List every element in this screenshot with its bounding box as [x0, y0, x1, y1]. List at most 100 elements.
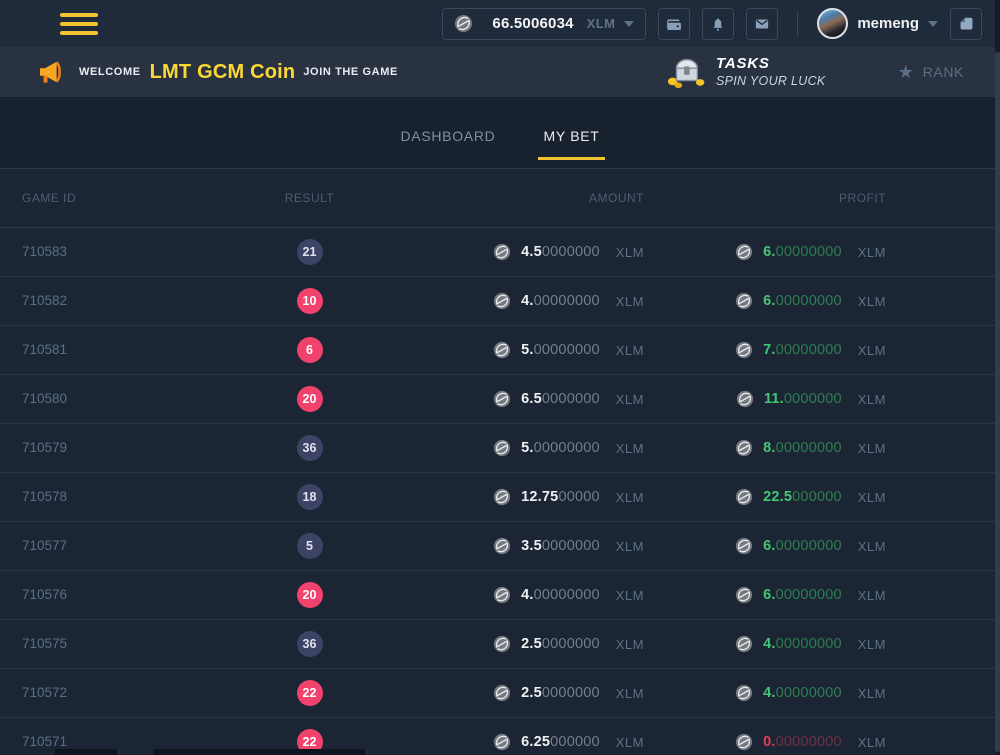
notifications-button[interactable]: [702, 8, 734, 40]
game-id: 710578: [22, 489, 67, 504]
amount-cell: 5.00000000 XLM: [367, 439, 644, 457]
chat-icon: [958, 15, 975, 32]
amount-cell: 4.50000000 XLM: [367, 243, 644, 261]
currency-label: XLM: [616, 735, 644, 750]
profit-cell: 6.00000000 XLM: [644, 586, 886, 604]
header-profit: PROFIT: [644, 191, 886, 205]
scrollbar-thumb[interactable]: [995, 52, 1000, 752]
stellar-coin-icon: [493, 635, 511, 653]
tab-my-bet[interactable]: MY BET: [538, 128, 604, 160]
amount-cell: 2.50000000 XLM: [367, 684, 644, 702]
result-badge: 36: [297, 631, 323, 657]
currency-label: XLM: [858, 490, 886, 505]
stellar-coin-icon: [735, 684, 753, 702]
stellar-coin-icon: [493, 390, 511, 408]
table-row[interactable]: 710583 21 4.50000000 XLM 6.00000000 XLM: [0, 228, 1000, 277]
table-row[interactable]: 710581 6 5.00000000 XLM 7.00000000 XLM: [0, 326, 1000, 375]
topbar-divider: [797, 12, 798, 36]
messages-button[interactable]: [746, 8, 778, 40]
stellar-coin-icon: [735, 439, 753, 457]
amount-cell: 6.50000000 XLM: [367, 390, 644, 408]
stellar-coin-icon: [493, 586, 511, 604]
page-scrollbar[interactable]: [995, 0, 1000, 755]
stellar-coin-icon: [735, 537, 753, 555]
tab-dashboard[interactable]: DASHBOARD: [395, 128, 500, 160]
stellar-coin-icon: [735, 586, 753, 604]
profit-cell: 6.00000000 XLM: [644, 243, 886, 261]
result-badge: 20: [297, 582, 323, 608]
megaphone-icon: [36, 57, 66, 87]
table-row[interactable]: 710579 36 5.00000000 XLM 8.00000000 XLM: [0, 424, 1000, 473]
profit-cell: 6.00000000 XLM: [644, 292, 886, 310]
bell-icon: [709, 15, 727, 33]
profit-value: 6.00000000: [763, 538, 842, 554]
bet-table: GAME ID RESULT AMOUNT PROFIT 710583 21 4…: [0, 169, 1000, 755]
stellar-coin-icon: [735, 488, 753, 506]
game-id: 710580: [22, 391, 67, 406]
chevron-down-icon: [928, 21, 938, 27]
stellar-coin-icon: [735, 243, 753, 261]
amount-cell: 5.00000000 XLM: [367, 341, 644, 359]
game-id: 710571: [22, 734, 67, 749]
table-body: 710583 21 4.50000000 XLM 6.00000000 XLM …: [0, 228, 1000, 755]
currency-label: XLM: [616, 392, 644, 407]
amount-cell: 4.00000000 XLM: [367, 586, 644, 604]
stellar-coin-icon: [493, 292, 511, 310]
profit-cell: 22.5000000 XLM: [644, 488, 886, 506]
treasure-chest-icon: [664, 54, 706, 90]
currency-label: XLM: [858, 686, 886, 701]
currency-label: XLM: [858, 343, 886, 358]
user-menu[interactable]: memeng: [817, 8, 938, 39]
chat-button[interactable]: [950, 8, 982, 40]
profit-value: 8.00000000: [763, 440, 842, 456]
profit-value: 6.00000000: [763, 293, 842, 309]
amount-value: 6.25000000: [521, 734, 600, 750]
rank-link[interactable]: ★ RANK: [898, 62, 964, 83]
top-bar: 66.5006034 XLM memeng: [0, 0, 1000, 47]
amount-cell: 2.50000000 XLM: [367, 635, 644, 653]
header-game-id: GAME ID: [22, 191, 252, 205]
currency-label: XLM: [858, 245, 886, 260]
table-row[interactable]: 710580 20 6.50000000 XLM 11.0000000 XLM: [0, 375, 1000, 424]
profit-value: 11.0000000: [764, 391, 842, 407]
stellar-coin-icon: [493, 488, 511, 506]
amount-value: 6.50000000: [521, 391, 600, 407]
amount-value: 2.50000000: [521, 636, 600, 652]
game-id: 710576: [22, 587, 67, 602]
profit-value: 4.00000000: [763, 685, 842, 701]
welcome-banner: WELCOME LMT GCM Coin JOIN THE GAME TASKS…: [0, 47, 1000, 97]
result-badge: 21: [297, 239, 323, 265]
tasks-link[interactable]: TASKS SPIN YOUR LUCK: [664, 54, 826, 90]
profit-value: 6.00000000: [763, 244, 842, 260]
profit-value: 0.00000000: [763, 734, 842, 750]
menu-icon[interactable]: [60, 13, 98, 35]
currency-label: XLM: [616, 588, 644, 603]
amount-cell: 12.7500000 XLM: [367, 488, 644, 506]
currency-label: XLM: [616, 343, 644, 358]
table-row[interactable]: 710572 22 2.50000000 XLM 4.00000000 XLM: [0, 669, 1000, 718]
profit-cell: 6.00000000 XLM: [644, 537, 886, 555]
stellar-coin-icon: [454, 14, 473, 33]
amount-value: 4.50000000: [521, 244, 600, 260]
stellar-coin-icon: [735, 341, 753, 359]
balance-selector[interactable]: 66.5006034 XLM: [442, 8, 646, 40]
stellar-coin-icon: [735, 635, 753, 653]
table-row[interactable]: 710582 10 4.00000000 XLM 6.00000000 XLM: [0, 277, 1000, 326]
table-row[interactable]: 710578 18 12.7500000 XLM 22.5000000 XLM: [0, 473, 1000, 522]
welcome-text: WELCOME: [79, 66, 141, 78]
table-row[interactable]: 710577 5 3.50000000 XLM 6.00000000 XLM: [0, 522, 1000, 571]
currency-label: XLM: [616, 490, 644, 505]
amount-value: 12.7500000: [521, 489, 600, 505]
amount-value: 3.50000000: [521, 538, 600, 554]
stellar-coin-icon: [493, 341, 511, 359]
profit-cell: 11.0000000 XLM: [644, 390, 886, 408]
brand-name: LMT GCM Coin: [150, 61, 296, 84]
currency-label: XLM: [616, 539, 644, 554]
result-badge: 20: [297, 386, 323, 412]
wallet-button[interactable]: [658, 8, 690, 40]
currency-label: XLM: [616, 637, 644, 652]
profit-cell: 7.00000000 XLM: [644, 341, 886, 359]
table-row[interactable]: 710575 36 2.50000000 XLM 4.00000000 XLM: [0, 620, 1000, 669]
currency-label: XLM: [616, 245, 644, 260]
table-row[interactable]: 710576 20 4.00000000 XLM 6.00000000 XLM: [0, 571, 1000, 620]
